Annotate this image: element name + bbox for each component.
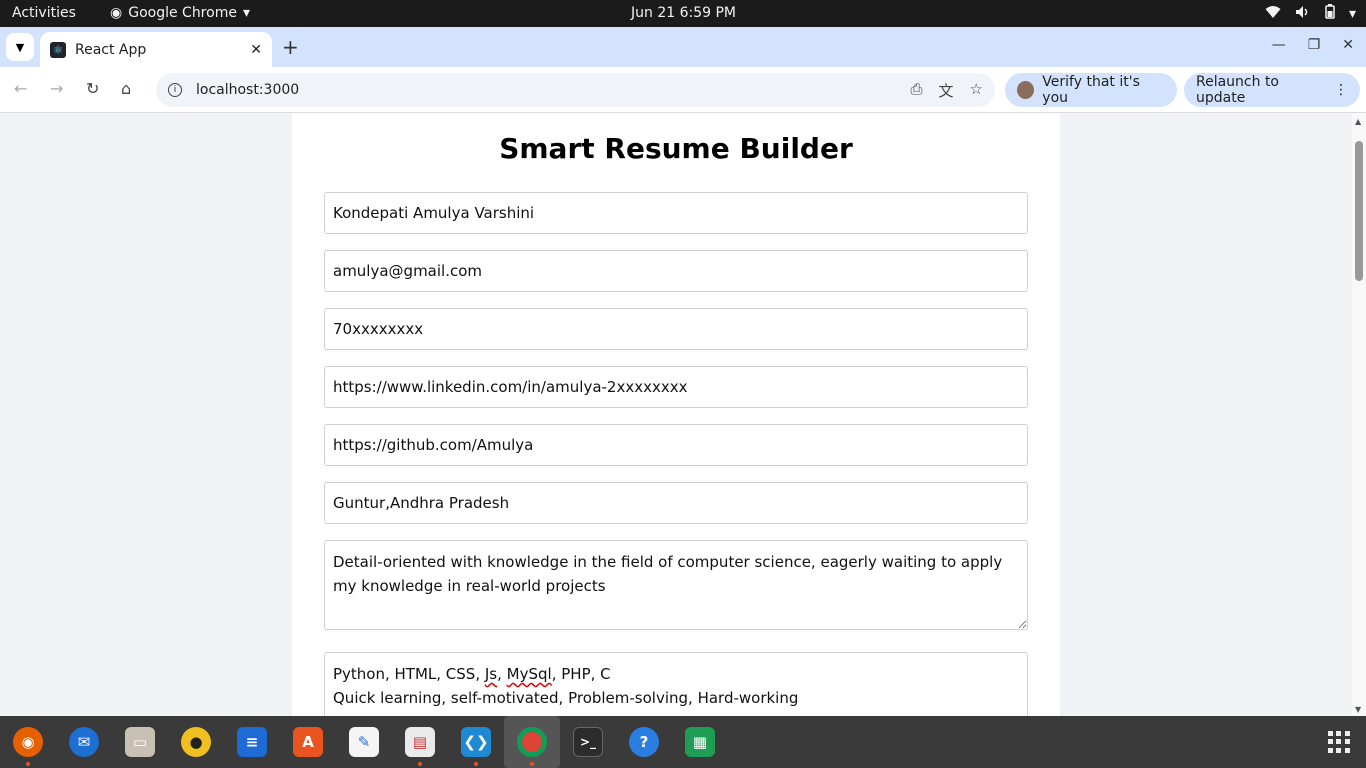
dock: ◉ ✉ ▭ ● ≡ A ✎ ▤ ❮❯ >_ ? ▦ bbox=[0, 716, 1366, 768]
tab-search-button[interactable]: ▼ bbox=[6, 33, 34, 61]
files-icon: ▭ bbox=[125, 727, 155, 757]
skills-sep: , bbox=[497, 665, 507, 683]
tab-title: React App bbox=[75, 41, 147, 58]
address-bar[interactable]: i localhost:3000 ⎙ 文 ☆ bbox=[156, 73, 995, 107]
skills-mysql: MySql bbox=[506, 665, 552, 683]
thunderbird-icon: ✉ bbox=[69, 727, 99, 757]
tab-strip: ▼ ⚛ React App ✕ + — ❐ ✕ bbox=[0, 27, 1366, 67]
skills-text-b: , PHP, C bbox=[551, 665, 611, 683]
dock-terminal[interactable]: >_ bbox=[560, 716, 616, 768]
dock-writer[interactable]: ≡ bbox=[224, 716, 280, 768]
running-indicator bbox=[26, 762, 30, 766]
back-arrow-icon[interactable]: ← bbox=[14, 79, 27, 98]
dock-help[interactable]: ? bbox=[616, 716, 672, 768]
app-center-icon: A bbox=[293, 727, 323, 757]
profile-avatar bbox=[1017, 81, 1035, 99]
skills-js: Js bbox=[484, 665, 498, 683]
scroll-up-icon[interactable]: ▲ bbox=[1355, 117, 1361, 126]
dock-thunderbird[interactable]: ✉ bbox=[56, 716, 112, 768]
close-window-icon[interactable]: ✕ bbox=[1342, 37, 1354, 53]
scrollbar-thumb[interactable] bbox=[1355, 141, 1363, 281]
translate-icon[interactable]: 文 bbox=[939, 80, 954, 101]
skills-text-a: Python, HTML, CSS, bbox=[333, 665, 485, 683]
dock-document-viewer[interactable]: ▤ bbox=[392, 716, 448, 768]
skills-textarea[interactable]: Python, HTML, CSS, Js, MySql, PHP, C Quic… bbox=[324, 652, 1028, 716]
email-field[interactable] bbox=[324, 250, 1028, 292]
dock-calc[interactable]: ▦ bbox=[672, 716, 728, 768]
close-tab-icon[interactable]: ✕ bbox=[250, 42, 262, 58]
dock-app-center[interactable]: A bbox=[280, 716, 336, 768]
chevron-down-icon: ▼ bbox=[15, 40, 25, 54]
tab-react-app[interactable]: ⚛ React App ✕ bbox=[40, 32, 272, 67]
verify-identity-chip[interactable]: Verify that it's you bbox=[1005, 73, 1177, 107]
minimize-icon[interactable]: — bbox=[1272, 37, 1286, 53]
forward-arrow-icon[interactable]: → bbox=[50, 79, 63, 98]
page-viewport: Smart Resume Builder Detail-oriented wit… bbox=[0, 113, 1352, 716]
relaunch-chip[interactable]: Relaunch to update ⋮ bbox=[1184, 73, 1360, 107]
github-field[interactable] bbox=[324, 424, 1028, 466]
power-menu-icon: ▾ bbox=[1348, 5, 1356, 22]
activities-button[interactable]: Activities bbox=[12, 5, 76, 21]
url-text[interactable]: localhost:3000 bbox=[196, 82, 299, 98]
page-title: Smart Resume Builder bbox=[499, 132, 853, 165]
chrome-icon bbox=[517, 727, 547, 757]
bookmark-star-icon[interactable]: ☆ bbox=[970, 80, 983, 101]
omnibox-actions: ⎙ 文 ☆ bbox=[911, 80, 983, 101]
page-scrollbar[interactable]: ▲ ▼ bbox=[1352, 113, 1366, 716]
restore-icon[interactable]: ❐ bbox=[1308, 37, 1321, 53]
location-field[interactable] bbox=[324, 482, 1028, 524]
terminal-icon: >_ bbox=[573, 727, 603, 757]
app-menu[interactable]: ◉ Google Chrome ▾ bbox=[110, 5, 250, 21]
calc-icon: ▦ bbox=[685, 727, 715, 757]
vscode-icon: ❮❯ bbox=[461, 727, 491, 757]
linkedin-field[interactable] bbox=[324, 366, 1028, 408]
scroll-down-icon[interactable]: ▼ bbox=[1355, 705, 1361, 714]
dock-text-editor[interactable]: ✎ bbox=[336, 716, 392, 768]
skills-line-2: Quick learning, self-motivated, Problem-… bbox=[333, 689, 799, 707]
chrome-small-icon: ◉ bbox=[110, 5, 123, 21]
kebab-menu-icon[interactable]: ⋮ bbox=[1334, 82, 1348, 98]
app-menu-label: Google Chrome bbox=[128, 5, 237, 21]
relaunch-chip-label: Relaunch to update bbox=[1196, 74, 1280, 106]
dock-rhythmbox[interactable]: ● bbox=[168, 716, 224, 768]
volume-icon bbox=[1295, 5, 1311, 23]
verify-chip-label: Verify that it's you bbox=[1042, 74, 1140, 106]
dock-firefox[interactable]: ◉ bbox=[0, 716, 56, 768]
wifi-icon bbox=[1265, 5, 1281, 23]
clock[interactable]: Jun 21 6:59 PM bbox=[631, 5, 736, 21]
system-top-bar: Activities ◉ Google Chrome ▾ Jun 21 6:59… bbox=[0, 0, 1366, 27]
window-controls: — ❐ ✕ bbox=[1272, 37, 1354, 53]
home-icon[interactable]: ⌂ bbox=[121, 79, 131, 98]
dock-files[interactable]: ▭ bbox=[112, 716, 168, 768]
dock-vscode[interactable]: ❮❯ bbox=[448, 716, 504, 768]
show-apps-grid-icon[interactable] bbox=[1328, 731, 1350, 753]
running-indicator bbox=[418, 762, 422, 766]
firefox-icon: ◉ bbox=[13, 727, 43, 757]
battery-icon bbox=[1325, 4, 1335, 23]
install-app-icon[interactable]: ⎙ bbox=[911, 80, 923, 101]
new-tab-button[interactable]: + bbox=[282, 35, 299, 59]
site-info-icon[interactable]: i bbox=[168, 83, 182, 97]
dock-chrome[interactable] bbox=[504, 716, 560, 768]
browser-toolbar: ← → ↻ ⌂ i localhost:3000 ⎙ 文 ☆ Verify th… bbox=[0, 67, 1366, 113]
text-editor-icon: ✎ bbox=[349, 727, 379, 757]
system-tray[interactable]: ▾ bbox=[1265, 4, 1356, 23]
document-viewer-icon: ▤ bbox=[405, 727, 435, 757]
running-indicator bbox=[530, 762, 534, 766]
reload-icon[interactable]: ↻ bbox=[86, 79, 99, 98]
running-indicator bbox=[474, 762, 478, 766]
caret-down-icon: ▾ bbox=[242, 5, 250, 21]
writer-icon: ≡ bbox=[237, 727, 267, 757]
name-field[interactable] bbox=[324, 192, 1028, 234]
phone-field[interactable] bbox=[324, 308, 1028, 350]
react-favicon-icon: ⚛ bbox=[50, 41, 66, 58]
summary-textarea[interactable]: Detail-oriented with knowledge in the fi… bbox=[324, 540, 1028, 630]
rhythmbox-icon: ● bbox=[181, 727, 211, 757]
help-icon: ? bbox=[629, 727, 659, 757]
resume-form-card: Smart Resume Builder Detail-oriented wit… bbox=[292, 113, 1060, 716]
